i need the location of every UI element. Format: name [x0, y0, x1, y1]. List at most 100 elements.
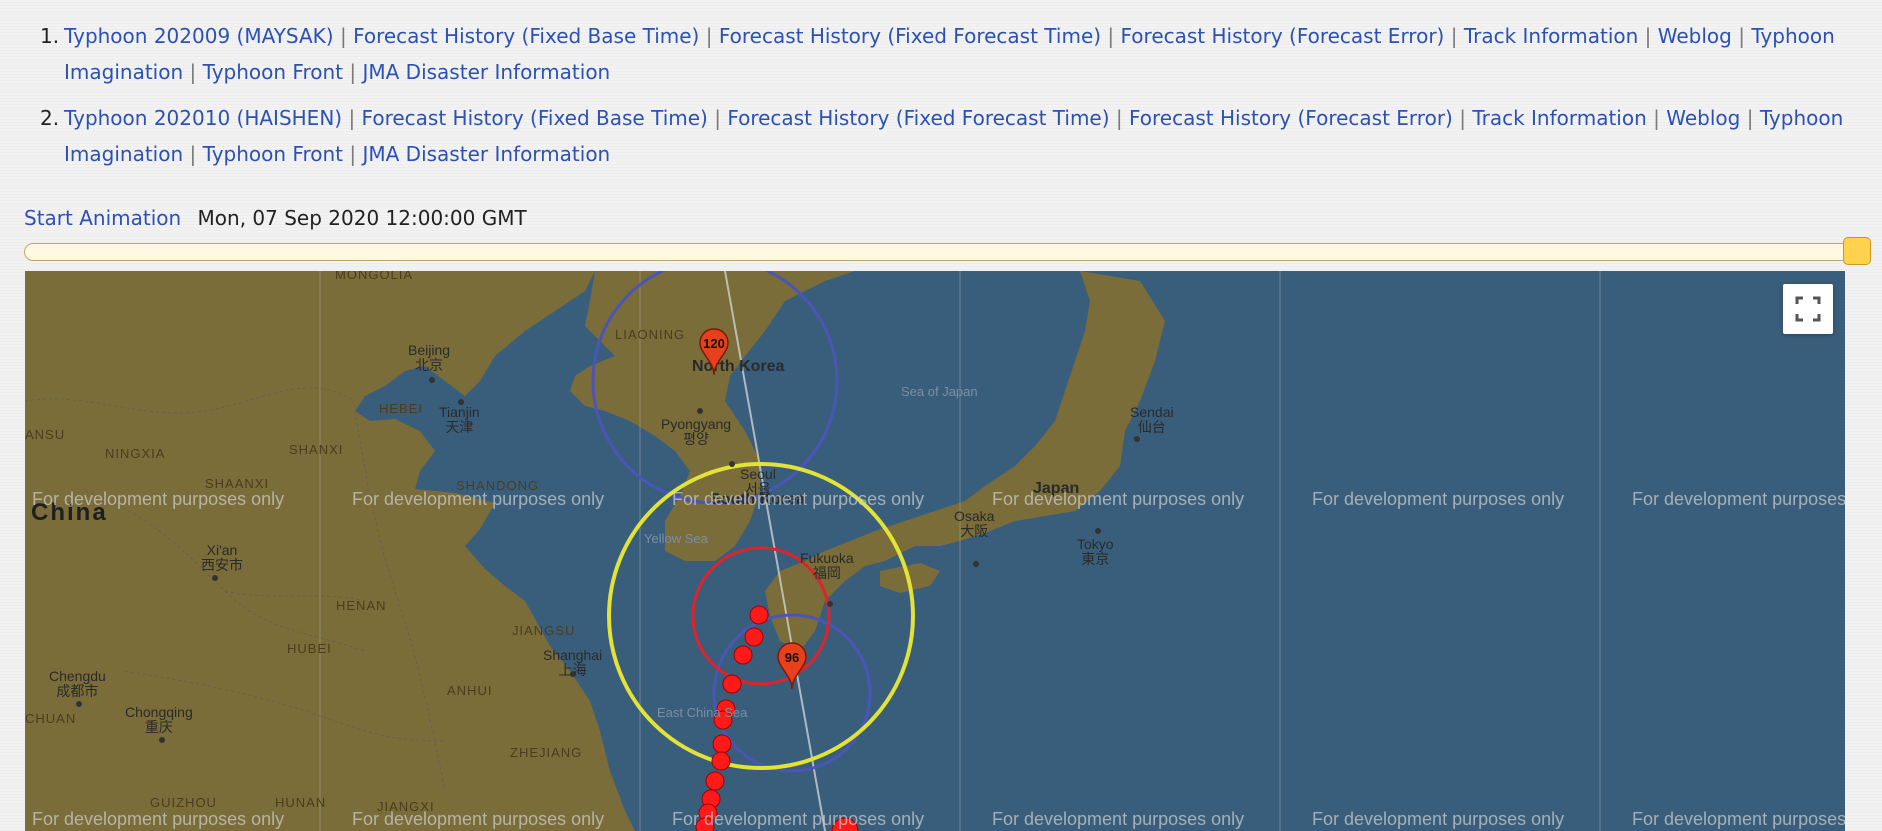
city-local-name: 福岡 [812, 565, 841, 581]
city-name: Chengdu [49, 668, 106, 684]
map-label-xian: Xi'an 西安市 [201, 543, 243, 573]
separator: | [339, 24, 347, 48]
track-information-link[interactable]: Track Information [1472, 106, 1646, 130]
city-name: Pyongyang [661, 416, 732, 432]
city-local-name: 天津 [445, 419, 474, 435]
separator: | [1107, 24, 1115, 48]
typhoon-list-item: 2. Typhoon 202010 (HAISHEN) | Forecast H… [40, 100, 1882, 172]
city-local-name: 上海 [558, 662, 587, 678]
typhoon-map[interactable]: MONGOLIA Beijing 北京 Tianjin 天津 HEBEI LIAON… [25, 271, 1845, 831]
city-name: Tianjin [439, 404, 480, 420]
map-label-anhui: ANHUI [447, 683, 493, 698]
list-number: 1. [40, 24, 60, 48]
typhoon-front-link[interactable]: Typhoon Front [203, 60, 343, 84]
map-label-jiangsu: JIANGSU [512, 623, 576, 638]
forecast-history-base-link[interactable]: Forecast History (Fixed Base Time) [353, 24, 699, 48]
city-local-name: 重庆 [144, 719, 173, 735]
map-pin-icon [777, 642, 807, 690]
dev-watermark: For development purposes only [32, 809, 285, 829]
list-number: 2. [40, 106, 60, 130]
dev-watermark: For development purposes only [992, 489, 1245, 509]
map-label-shanxi: SHANXI [289, 442, 344, 457]
city-name: Tokyo [1077, 536, 1114, 552]
city-local-name: 東京 [1081, 551, 1110, 567]
animation-controls: Start Animation Mon, 07 Sep 2020 12:00:0… [24, 204, 527, 232]
city-name: Chongqing [125, 704, 193, 720]
dev-watermark: For development purposes only [32, 489, 285, 509]
map-label-beijing: Beijing 北京 [408, 343, 450, 373]
weblog-link[interactable]: Weblog [1658, 24, 1732, 48]
separator: | [1746, 106, 1754, 130]
dev-watermark: For development purposes only [1632, 809, 1845, 829]
map-label-tokyo: Tokyo 東京 [1077, 537, 1114, 567]
city-name: Seoul [740, 466, 776, 482]
slider-handle[interactable] [1843, 237, 1871, 265]
typhoon-front-link[interactable]: Typhoon Front [203, 142, 343, 166]
separator: | [348, 106, 356, 130]
map-label-hunan: HUNAN [275, 795, 327, 810]
map-label-liaoning: LIAONING [615, 327, 686, 342]
city-local-name: 仙台 [1137, 419, 1166, 435]
map-label-osaka: Osaka 大阪 [954, 509, 994, 539]
map-label-chengdu: Chengdu 成都市 [49, 669, 106, 699]
forecast-history-base-link[interactable]: Forecast History (Fixed Base Time) [362, 106, 708, 130]
city-name: Xi'an [206, 542, 238, 558]
track-information-link[interactable]: Track Information [1464, 24, 1638, 48]
map-label-chongqing: Chongqing 重庆 [125, 705, 193, 735]
dev-watermark: For development purposes only [352, 809, 605, 829]
city-local-name: 成都市 [56, 683, 99, 699]
city-name: Fukuoka [800, 550, 854, 566]
map-label-hebei: HEBEI [379, 401, 424, 416]
forecast-marker-120[interactable]: 120 [697, 327, 731, 377]
city-local-name: 大阪 [960, 523, 989, 539]
dev-watermark: For development purposes only [992, 809, 1245, 829]
city-local-name: 평양 [683, 431, 709, 447]
jma-disaster-link[interactable]: JMA Disaster Information [362, 142, 610, 166]
fullscreen-icon [1795, 296, 1821, 322]
city-name: Sendai [1130, 404, 1174, 420]
city-name: Osaka [954, 508, 995, 524]
dev-watermark: For development purposes only [672, 489, 925, 509]
dev-watermark: For development purposes only [1632, 489, 1845, 509]
time-slider[interactable] [24, 237, 1871, 265]
separator: | [1459, 106, 1466, 130]
dev-watermark: For development purposes only [1312, 489, 1565, 509]
map-label-ningxia: NINGXIA [105, 446, 166, 461]
map-label-hubei: HUBEI [287, 641, 332, 656]
marker-label: 96 [784, 650, 800, 665]
separator: | [1450, 24, 1458, 48]
map-label-fukuoka: Fukuoka 福岡 [800, 551, 854, 581]
map-label-sichuan: CHUAN [25, 711, 77, 726]
typhoon-list: 1. Typhoon 202009 (MAYSAK) | Forecast Hi… [0, 18, 1882, 182]
map-label-mongolia: MONGOLIA [335, 271, 414, 282]
typhoon-name-link[interactable]: Typhoon 202009 (MAYSAK) [64, 24, 334, 48]
map-label-sendai: Sendai 仙台 [1130, 405, 1174, 435]
city-name: Shanghai [543, 647, 603, 663]
forecast-history-error-link[interactable]: Forecast History (Forecast Error) [1121, 24, 1445, 48]
dev-watermark: For development purposes only [1312, 809, 1565, 829]
marker-label: 120 [703, 336, 725, 351]
city-local-name: 北京 [415, 357, 444, 373]
separator: | [705, 24, 713, 48]
separator: | [1653, 106, 1660, 130]
jma-disaster-link[interactable]: JMA Disaster Information [362, 60, 610, 84]
weblog-link[interactable]: Weblog [1666, 106, 1740, 130]
separator: | [1644, 24, 1652, 48]
dev-watermark: For development purposes only [352, 489, 605, 509]
forecast-marker-96[interactable]: 96 [775, 641, 809, 691]
animation-timestamp: Mon, 07 Sep 2020 12:00:00 GMT [197, 206, 527, 230]
forecast-history-forecast-link[interactable]: Forecast History (Fixed Forecast Time) [727, 106, 1109, 130]
forecast-history-forecast-link[interactable]: Forecast History (Fixed Forecast Time) [719, 24, 1101, 48]
typhoon-list-item: 1. Typhoon 202009 (MAYSAK) | Forecast Hi… [40, 18, 1882, 90]
map-label-east-china-sea: East China Sea [657, 705, 748, 720]
separator: | [1115, 106, 1123, 130]
fullscreen-button[interactable] [1783, 284, 1833, 334]
city-local-name: 西安市 [201, 557, 243, 573]
map-label-pyongyang: Pyongyang 평양 [661, 417, 731, 447]
typhoon-name-link[interactable]: Typhoon 202010 (HAISHEN) [64, 106, 342, 130]
map-label-zhejiang: ZHEJIANG [510, 745, 583, 760]
separator: | [714, 106, 721, 130]
dev-watermark: For development purposes only [672, 809, 925, 829]
forecast-history-error-link[interactable]: Forecast History (Forecast Error) [1129, 106, 1453, 130]
start-animation-link[interactable]: Start Animation [24, 206, 181, 230]
